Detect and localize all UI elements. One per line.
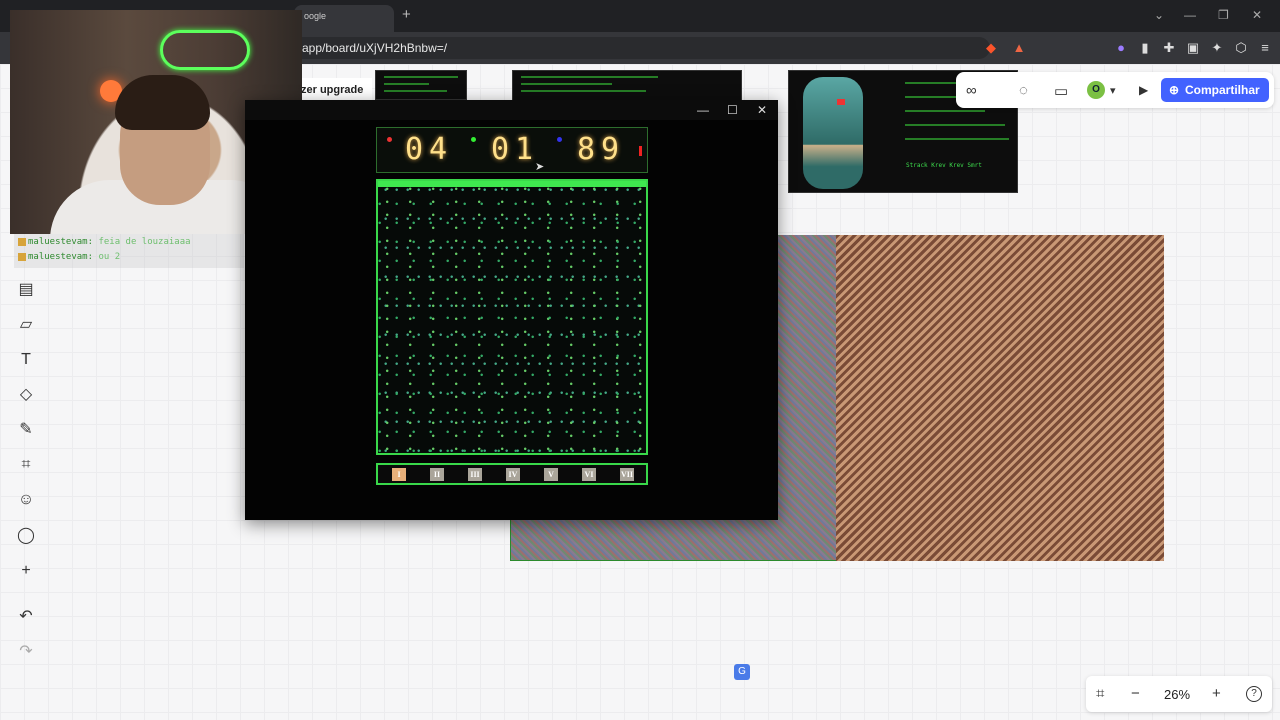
clock-hours: 04	[405, 132, 454, 167]
translate-icon[interactable]: G	[734, 664, 750, 680]
sticky-note-icon[interactable]: ▱	[16, 315, 36, 335]
striped-image[interactable]	[836, 235, 1164, 561]
share-label: Compartilhar	[1185, 83, 1260, 97]
templates-icon[interactable]: ▤	[16, 280, 36, 300]
figure-image	[803, 77, 863, 189]
comments-icon[interactable]: ◌	[1019, 82, 1028, 99]
sidebar-icon[interactable]: ▮	[1138, 41, 1152, 55]
close-button[interactable]: ✕	[1252, 8, 1262, 22]
share-button[interactable]: ⊕ Compartilhar	[1161, 78, 1269, 102]
mouse-cursor-icon: ➤	[535, 161, 545, 173]
wallet-icon[interactable]: ▣	[1186, 41, 1200, 55]
blue-led	[557, 137, 562, 142]
clock-seconds: 89	[577, 132, 626, 167]
zoom-out-button[interactable]: −	[1131, 685, 1140, 702]
slot-button[interactable]: V	[544, 468, 558, 481]
game-minimize-button[interactable]: —	[697, 103, 709, 117]
frame-icon[interactable]: ⌗	[16, 455, 36, 475]
red-indicator	[639, 146, 642, 156]
screen-top-bar	[378, 181, 646, 187]
avatar[interactable]: O	[1087, 81, 1105, 99]
green-led	[471, 137, 476, 142]
chat-text: feia de louzaiaaa	[98, 237, 191, 247]
thumbnail-caption: Strack Krev Krev Smrt	[906, 162, 982, 169]
fit-to-screen-icon[interactable]: ⌗	[1096, 685, 1104, 702]
redo-icon[interactable]: ↷	[16, 642, 36, 662]
present-icon[interactable]: ▶	[1139, 83, 1148, 97]
digital-clock: 04 01 89	[376, 127, 648, 173]
emoji-icon[interactable]: ☺	[16, 490, 36, 510]
browser-tab[interactable]: oogle	[294, 5, 394, 32]
slot-button[interactable]: VII	[620, 468, 634, 481]
text-icon[interactable]: T	[16, 350, 36, 370]
video-icon[interactable]: ▭	[1054, 82, 1068, 100]
slot-button[interactable]: III	[468, 468, 482, 481]
game-maximize-button[interactable]: ☐	[727, 103, 738, 117]
red-led	[387, 137, 392, 142]
slot-button[interactable]: I	[392, 468, 406, 481]
leo-ai-icon[interactable]: ✦	[1210, 41, 1224, 55]
clock-minutes: 01	[491, 132, 540, 167]
slot-button[interactable]: VI	[582, 468, 596, 481]
vpn-icon[interactable]: ⬡	[1234, 41, 1248, 55]
zoom-in-button[interactable]: +	[1212, 685, 1221, 702]
extensions-icon[interactable]: ✚	[1162, 41, 1176, 55]
level-selector: I II III IV V VI VII	[376, 463, 648, 485]
globe-icon: ⊕	[1169, 83, 1180, 97]
person-hair	[115, 75, 210, 130]
chevron-down-icon[interactable]: ⌄	[1154, 8, 1164, 22]
reactions-icon[interactable]: ∞	[966, 82, 977, 99]
game-screen[interactable]	[376, 179, 648, 455]
pen-icon[interactable]: ✎	[16, 420, 36, 440]
chat-overlay: maluestevam: feia de louzaiaaa maluestev…	[14, 234, 244, 268]
slot-button[interactable]: IV	[506, 468, 520, 481]
shapes-icon[interactable]: ◇	[16, 385, 36, 405]
chat-text: ou 2	[98, 252, 121, 262]
upgrade-button[interactable]: zer upgrade	[296, 78, 372, 102]
undo-icon[interactable]: ↶	[16, 607, 36, 627]
game-window[interactable]: — ☐ ✕ 04 01 89 I II III IV V VI VII ➤	[245, 100, 778, 520]
chat-user: maluestevam:	[28, 252, 94, 262]
menu-icon[interactable]: ≡	[1258, 41, 1272, 55]
game-titlebar[interactable]: — ☐ ✕	[245, 100, 778, 120]
game-close-button[interactable]: ✕	[757, 103, 767, 117]
chevron-down-icon[interactable]: ▾	[1110, 84, 1116, 97]
upgrade-label: zer upgrade	[301, 84, 364, 96]
help-button[interactable]: ?	[1246, 686, 1262, 702]
neon-sign	[160, 30, 250, 70]
brave-shield-icon[interactable]: ◆	[984, 41, 998, 55]
tab-title: oogle	[304, 11, 327, 21]
zoom-level[interactable]: 26%	[1164, 687, 1190, 702]
drop-icon[interactable]: ●	[1114, 41, 1128, 55]
url-text: app/board/uXjVH2hBnbw=/	[302, 41, 448, 55]
add-icon[interactable]: +	[16, 561, 36, 581]
red-marker	[837, 99, 845, 105]
comment-icon[interactable]: ◯	[16, 526, 36, 546]
minimize-button[interactable]: —	[1184, 8, 1196, 22]
maximize-button[interactable]: ❐	[1218, 8, 1229, 22]
rewards-icon[interactable]: ▲	[1012, 41, 1026, 55]
code-thumbnail-2[interactable]	[512, 70, 742, 102]
new-tab-button[interactable]: +	[402, 6, 411, 23]
slot-button[interactable]: II	[430, 468, 444, 481]
chat-user: maluestevam:	[28, 237, 94, 247]
chat-message: maluestevam: feia de louzaiaaa	[18, 237, 191, 249]
chat-message: maluestevam: ou 2	[18, 252, 120, 264]
code-thumbnail-1[interactable]	[375, 70, 467, 100]
